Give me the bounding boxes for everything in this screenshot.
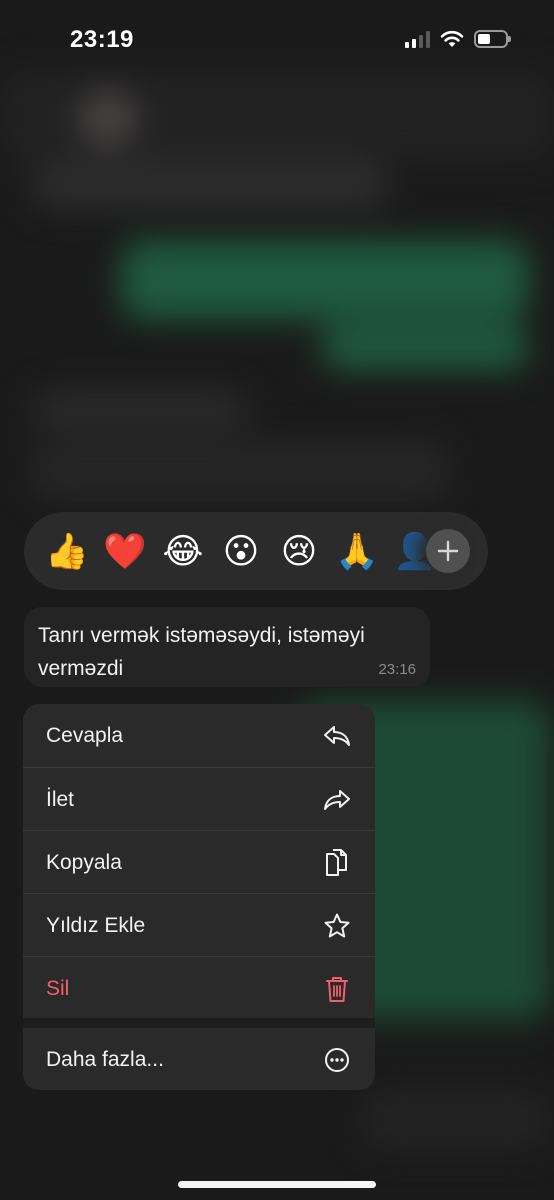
- trash-icon: [323, 975, 351, 1003]
- screen: 23:19 👍 ❤️ 😂 😮 😢 🙏 👤 Tanrı vermək istəmə…: [0, 0, 554, 1200]
- status-icons: [405, 30, 511, 48]
- menu-group-separator: [23, 1018, 375, 1028]
- menu-item-label: Kopyala: [46, 850, 122, 874]
- menu-item-copy[interactable]: Kopyala: [23, 831, 375, 894]
- menu-item-label: İlet: [46, 787, 75, 811]
- battery-icon: [474, 30, 511, 48]
- reaction-crying[interactable]: 😢: [270, 534, 328, 569]
- message-bubble[interactable]: Tanrı vermək istəməsəydi, istəməyi vermə…: [24, 607, 430, 687]
- reaction-laughing[interactable]: 😂: [154, 534, 212, 569]
- status-time: 23:19: [70, 26, 134, 53]
- reaction-thumbs-up[interactable]: 👍: [38, 534, 96, 569]
- menu-item-more[interactable]: Daha fazla...: [23, 1028, 375, 1090]
- menu-item-delete[interactable]: Sil: [23, 957, 375, 1020]
- menu-item-label: Daha fazla...: [46, 1047, 164, 1071]
- context-menu: Cevapla İlet Kopyala Yıldız Ekle Sil Dah…: [23, 704, 375, 1090]
- reaction-bar: 👍 ❤️ 😂 😮 😢 🙏 👤: [24, 512, 488, 590]
- home-indicator[interactable]: [178, 1181, 376, 1188]
- cellular-signal-icon: [405, 30, 430, 48]
- message-time: 23:16: [378, 661, 416, 678]
- add-reaction-button[interactable]: [426, 529, 470, 573]
- wifi-icon: [440, 30, 464, 47]
- menu-item-reply[interactable]: Cevapla: [23, 704, 375, 767]
- copy-icon: [323, 848, 351, 877]
- menu-item-label: Yıldız Ekle: [46, 913, 146, 937]
- reaction-surprised[interactable]: 😮: [212, 534, 270, 569]
- menu-item-label: Cevapla: [46, 723, 124, 747]
- reaction-heart[interactable]: ❤️: [96, 534, 154, 569]
- menu-item-label: Sil: [46, 976, 70, 1000]
- message-text: Tanrı vermək istəməsəydi, istəməyi vermə…: [38, 624, 365, 680]
- forward-icon: [323, 786, 351, 814]
- menu-item-star[interactable]: Yıldız Ekle: [23, 894, 375, 957]
- reply-icon: [323, 722, 351, 750]
- star-icon: [323, 912, 351, 940]
- more-icon: [323, 1046, 351, 1074]
- status-bar: 23:19: [0, 0, 554, 80]
- menu-item-forward[interactable]: İlet: [23, 768, 375, 831]
- reaction-praying[interactable]: 🙏: [328, 534, 386, 569]
- plus-icon: [437, 540, 459, 562]
